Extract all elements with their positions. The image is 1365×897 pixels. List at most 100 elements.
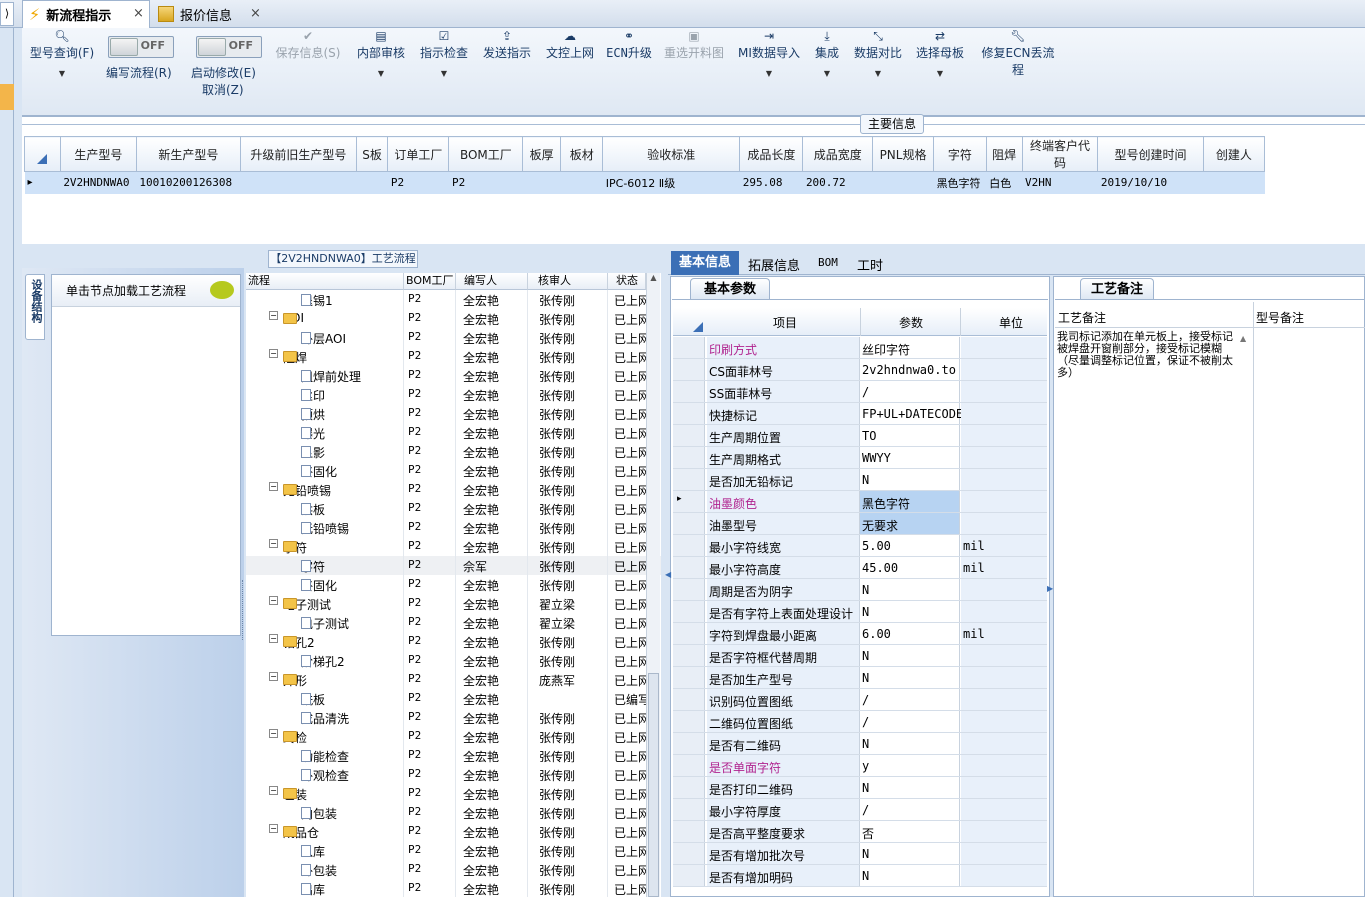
- param-row[interactable]: 是否有二维码 N: [673, 733, 1047, 755]
- param-row[interactable]: 二维码位置图纸 /: [673, 711, 1047, 733]
- table-cell[interactable]: [1203, 172, 1264, 194]
- tree-row[interactable]: 显影 P2 全宏艳 张传刚 已上网: [246, 442, 661, 461]
- basic-params-tab[interactable]: 基本参数: [690, 278, 770, 300]
- column-header[interactable]: 单位: [999, 314, 1023, 331]
- start-edit-toggle[interactable]: OFF: [196, 36, 262, 58]
- param-value[interactable]: N: [860, 469, 960, 490]
- load-flow-header[interactable]: 单击节点加载工艺流程: [52, 275, 240, 307]
- window-menu-icon[interactable]: ⟩: [0, 2, 14, 26]
- param-value[interactable]: 无要求: [860, 513, 960, 534]
- param-row[interactable]: 是否加无铅标记 N: [673, 469, 1047, 491]
- collapse-icon[interactable]: −: [269, 349, 278, 358]
- param-row[interactable]: 是否字符框代替周期 N: [673, 645, 1047, 667]
- param-row[interactable]: SS面菲林号 /: [673, 381, 1047, 403]
- tree-row[interactable]: 内包装 P2 全宏艳 张传刚 已上网: [246, 803, 661, 822]
- column-header[interactable]: 型号创建时间: [1097, 136, 1204, 172]
- column-header[interactable]: 成品宽度: [802, 136, 873, 172]
- param-value[interactable]: N: [860, 865, 960, 886]
- column-header[interactable]: 成品长度: [739, 136, 804, 172]
- column-header[interactable]: 阻焊: [985, 136, 1023, 172]
- param-value[interactable]: FP+UL+DATECODE: [860, 403, 963, 424]
- table-cell[interactable]: [240, 172, 356, 194]
- param-row[interactable]: 是否单面字符 y: [673, 755, 1047, 777]
- vertical-tab-structure[interactable]: 设备结构: [25, 274, 45, 340]
- tree-row[interactable]: 入库 P2 全宏艳 张传刚 已上网: [246, 841, 661, 860]
- param-row[interactable]: 是否高平整度要求否: [673, 821, 1047, 843]
- tree-row[interactable]: − 电子测试 P2 全宏艳 翟立梁 已上网: [246, 594, 661, 613]
- row-header[interactable]: [673, 733, 705, 754]
- column-header[interactable]: 参数: [899, 314, 923, 331]
- tab-bom[interactable]: BOM: [818, 256, 838, 269]
- param-value[interactable]: TO: [860, 425, 960, 446]
- scroll-up-arrow[interactable]: ▲: [647, 273, 660, 282]
- param-value[interactable]: 否: [860, 821, 960, 842]
- check-instruction-button[interactable]: ☑ 指示检查 ▼: [416, 28, 472, 78]
- column-header[interactable]: 升级前旧生产型号: [239, 136, 357, 172]
- mi-import-button[interactable]: ⇥ MI数据导入 ▼: [736, 28, 802, 78]
- param-value[interactable]: 丝印字符: [860, 337, 960, 358]
- collapse-icon[interactable]: −: [269, 634, 278, 643]
- tree-row[interactable]: − 成品仓 P2 全宏艳 张传刚 已上网: [246, 822, 661, 841]
- collapse-icon[interactable]: −: [269, 729, 278, 738]
- fix-ecn-button[interactable]: 🔧︎ 修复ECN丢流程: [976, 28, 1060, 78]
- row-header[interactable]: [673, 755, 705, 776]
- column-header[interactable]: 编写人: [456, 273, 528, 290]
- data-compare-button[interactable]: ⤡ 数据对比 ▼: [850, 28, 906, 78]
- table-cell[interactable]: 295.08: [740, 172, 803, 194]
- param-row[interactable]: 最小字符线宽 5.00 mil: [673, 535, 1047, 557]
- table-cell[interactable]: [523, 172, 561, 194]
- param-row[interactable]: 字符到焊盘最小距离 6.00 mil: [673, 623, 1047, 645]
- collapse-icon[interactable]: −: [269, 824, 278, 833]
- param-row[interactable]: 生产周期位置 TO: [673, 425, 1047, 447]
- save-info-button[interactable]: ✔ 保存信息(S): [272, 28, 344, 61]
- tab-new-flow[interactable]: ⚡ 新流程指示: [22, 0, 150, 28]
- column-header[interactable]: 订单工厂: [387, 136, 450, 172]
- table-cell[interactable]: 200.72: [803, 172, 873, 194]
- param-value[interactable]: /: [860, 799, 960, 820]
- tree-row[interactable]: 外观检查 P2 全宏艳 张传刚 已上网: [246, 765, 661, 784]
- param-value[interactable]: N: [860, 579, 960, 600]
- tree-row[interactable]: 出库 P2 全宏艳 张传刚 已上网: [246, 879, 661, 897]
- param-row[interactable]: 是否打印二维码 N: [673, 777, 1047, 799]
- param-value[interactable]: N: [860, 843, 960, 864]
- tree-row[interactable]: 丝印 P2 全宏艳 张传刚 已上网: [246, 385, 661, 404]
- row-header[interactable]: [673, 359, 705, 380]
- tab-work-hours[interactable]: 工时: [857, 255, 883, 274]
- table-cell[interactable]: 黑色字符: [934, 172, 987, 194]
- tab-basic-info[interactable]: 基本信息: [671, 251, 739, 275]
- column-header[interactable]: 终端客户代码: [1021, 136, 1099, 172]
- close-icon[interactable]: ×: [250, 6, 261, 21]
- row-header[interactable]: [673, 623, 705, 644]
- column-header[interactable]: S板: [355, 136, 389, 172]
- param-row[interactable]: 最小字符高度 45.00 mil: [673, 557, 1047, 579]
- param-value[interactable]: 黑色字符: [860, 491, 960, 512]
- tree-row[interactable]: −包装P2全宏艳张传刚已上网: [246, 784, 661, 803]
- tree-row[interactable]: 外层AOI P2 全宏艳 张传刚 已上网: [246, 328, 661, 347]
- column-header[interactable]: 核审人: [528, 273, 608, 290]
- tree-row[interactable]: 曝光 P2 全宏艳 张传刚 已上网: [246, 423, 661, 442]
- row-header[interactable]: [673, 425, 705, 446]
- column-header[interactable]: 板厚: [522, 136, 562, 172]
- column-header[interactable]: PNL规格: [871, 136, 935, 172]
- row-header[interactable]: [673, 579, 705, 600]
- collapse-icon[interactable]: −: [269, 596, 278, 605]
- param-value[interactable]: /: [860, 711, 960, 732]
- param-row[interactable]: 生产周期格式 WWYY: [673, 447, 1047, 469]
- notes-splitter-arrow[interactable]: ▶: [1047, 584, 1053, 593]
- tree-row[interactable]: 功能检查 P2 全宏艳 张传刚 已上网: [246, 746, 661, 765]
- tree-row[interactable]: −阻焊P2全宏艳张传刚已上网: [246, 347, 661, 366]
- param-row[interactable]: 是否有增加批次号 N: [673, 843, 1047, 865]
- table-row[interactable]: ▸ 2V2HNDNWA0 10010200126308 P2 P2 IPC-6012 Ⅱ级…: [24, 171, 1265, 194]
- param-row[interactable]: 最小字符厚度 /: [673, 799, 1047, 821]
- table-cell[interactable]: V2HN: [1022, 172, 1098, 194]
- param-row[interactable]: 印刷方式 丝印字符: [673, 337, 1047, 359]
- column-header[interactable]: 创建人: [1202, 136, 1266, 172]
- write-flow-toggle[interactable]: OFF: [108, 36, 174, 58]
- column-header[interactable]: BOM工厂: [404, 273, 456, 290]
- collapse-icon[interactable]: −: [269, 786, 278, 795]
- table-cell[interactable]: 10010200126308: [136, 172, 240, 194]
- table-cell[interactable]: P2: [449, 172, 523, 194]
- column-header[interactable]: BOM工厂: [448, 136, 524, 172]
- table-cell[interactable]: [872, 172, 933, 194]
- tree-row[interactable]: 字符 P2 佘军 张传刚 已上网: [246, 556, 661, 575]
